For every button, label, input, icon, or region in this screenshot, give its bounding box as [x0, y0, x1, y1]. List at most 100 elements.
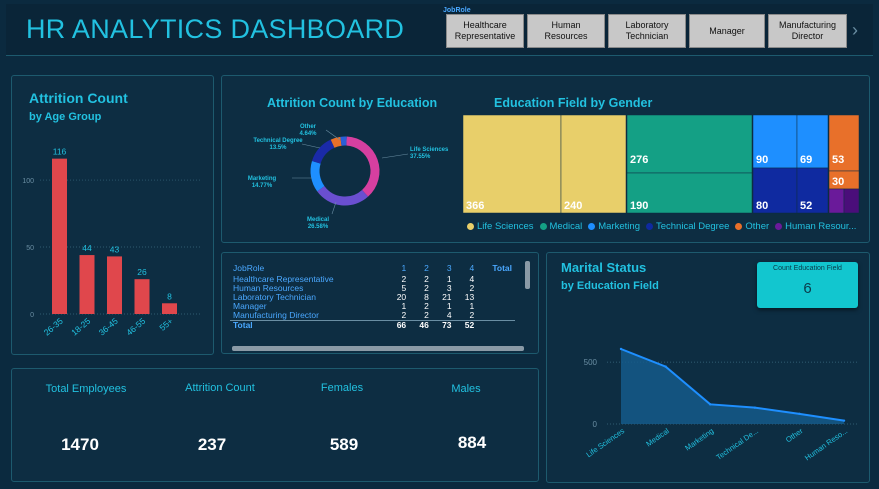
females-label: Females: [320, 382, 364, 394]
males-label: Males: [451, 383, 481, 395]
total-employees-value: 1470: [61, 435, 99, 454]
x-tick-label: 46-55: [124, 316, 147, 338]
slice-label: Marketing: [248, 176, 277, 182]
legend-label: Life Sciences: [477, 221, 534, 232]
total-c4: 52: [454, 320, 478, 330]
legend-item[interactable]: Life Sciences: [467, 221, 534, 232]
bar: [134, 279, 150, 314]
matrix-header-row: JobRole 1 2 3 4 Total: [230, 261, 515, 275]
jobrole-matrix-panel: JobRole 1 2 3 4 Total Healthcare Represe…: [221, 252, 539, 354]
data-label: 43: [110, 244, 120, 254]
treemap-value: 53: [832, 154, 844, 166]
legend-label: Medical: [549, 221, 583, 232]
legend-label: Other: [745, 221, 770, 232]
males-value: 884: [457, 433, 487, 452]
slice-pct: 13.5%: [269, 145, 287, 151]
treemap-legend: Life Sciences Medical Marketing Technical D…: [467, 217, 867, 235]
x-tick-label: 55+: [157, 316, 175, 333]
legend-label: Marketing: [598, 221, 640, 232]
treemap-value: 80: [756, 200, 768, 212]
x-tick-label: 26-35: [42, 316, 65, 338]
slice-pct: 4.64%: [299, 131, 317, 137]
data-label: 26: [137, 267, 147, 277]
leader-line: [381, 153, 409, 159]
legend-item[interactable]: Technical Degree: [645, 221, 730, 232]
slicer-item-laboratory-technician[interactable]: Laboratory Technician: [608, 14, 686, 48]
attrition-count-value: 237: [197, 435, 227, 454]
count-education-value: 6: [803, 280, 812, 297]
treemap-cell: [463, 115, 562, 214]
donut-slice: [310, 160, 325, 192]
treemap-value: 30: [832, 176, 844, 188]
legend-label: Human Resour...: [785, 221, 857, 232]
slicer-item-manager[interactable]: Manager: [689, 14, 765, 48]
age-bar-chart: 0 50 100 116 26-35 44 18-25 43 36-45 26 46-55 8 55+: [22, 147, 202, 338]
treemap-value: 190: [630, 200, 648, 212]
treemap-value: 69: [800, 154, 812, 166]
total-employees-label: Total Employees: [45, 383, 127, 395]
data-point: [664, 365, 667, 368]
slice-label: Technical Degree: [253, 138, 303, 144]
total-c2: 46: [409, 320, 432, 330]
slicer-item-manufacturing-director[interactable]: Manufacturing Director: [768, 14, 847, 48]
education-gender-treemap: 366 240 276 190 90 69 80 52 53 30: [463, 115, 860, 214]
slicer-item-human-resources[interactable]: Human Resources: [527, 14, 605, 48]
donut-slice: [330, 136, 342, 148]
leader-line: [301, 143, 321, 149]
y-tick-label: 0: [30, 312, 34, 319]
matrix-header-total[interactable]: Total: [477, 261, 515, 275]
row-role: Manufacturing Director: [233, 310, 319, 320]
matrix-header-3[interactable]: 3: [432, 261, 455, 275]
donut-slice: [317, 185, 369, 206]
legend-label: Technical Degree: [655, 221, 730, 232]
legend-dot: [645, 223, 653, 230]
legend-dot: [735, 223, 743, 230]
education-donut-chart: Life Sciences37.55% Medical26.58% Marketin…: [248, 124, 449, 230]
matrix-header-4[interactable]: 4: [455, 261, 478, 275]
matrix-horizontal-scrollbar[interactable]: [232, 346, 524, 351]
treemap-value: 52: [800, 200, 812, 212]
data-label: 44: [82, 243, 92, 253]
slice-label: Medical: [307, 217, 329, 223]
y-tick-label: 0: [593, 420, 598, 429]
y-tick-label: 50: [26, 245, 34, 252]
slicer-label: JobRole: [443, 7, 471, 14]
legend-item[interactable]: Medical: [539, 221, 583, 232]
education-donut-title: Attrition Count by Education: [267, 96, 438, 110]
table-total-row: Total 66 46 73 52: [230, 320, 515, 330]
legend-item[interactable]: Human Resour...: [775, 221, 856, 232]
education-gender-title: Education Field by Gender: [494, 96, 653, 110]
legend-item[interactable]: Marketing: [588, 221, 640, 232]
females-value: 589: [329, 435, 359, 454]
bar: [52, 158, 67, 314]
chevron-right-icon[interactable]: ›: [852, 20, 858, 41]
legend-dot: [539, 223, 547, 230]
matrix-vertical-scrollbar[interactable]: [525, 261, 530, 289]
legend-dot: [467, 223, 474, 230]
slicer-item-healthcare-representative[interactable]: Healthcare Representative: [446, 14, 524, 48]
data-point: [798, 412, 801, 416]
legend-item[interactable]: Other: [735, 221, 769, 232]
treemap-cell: [843, 188, 860, 214]
kpi-panel: Total Employees 1470 Attrition Count 237…: [11, 368, 539, 482]
bar: [79, 255, 95, 314]
attrition-age-panel: Attrition Count by Age Group 0 50 100 116 26…: [11, 75, 214, 355]
x-tick-label: Technical De...: [714, 426, 759, 462]
slice-label: Life Sciences: [410, 147, 449, 153]
data-point: [842, 419, 846, 422]
count-education-label: Count Education Field: [773, 265, 842, 272]
x-tick-label: Life Sciences: [584, 426, 626, 459]
treemap-cell: [828, 188, 845, 214]
matrix-header-2[interactable]: 2: [409, 261, 432, 275]
treemap-value: 366: [466, 200, 484, 212]
slice-pct: 26.58%: [308, 224, 329, 230]
matrix-header-jobrole[interactable]: JobRole: [230, 261, 386, 275]
total-c1: 66: [386, 320, 410, 330]
x-tick-label: Other: [784, 426, 805, 444]
matrix-header-1[interactable]: 1: [386, 261, 409, 275]
x-tick-label: Human Reso...: [803, 426, 849, 462]
data-label: 8: [167, 291, 172, 301]
treemap-value: 240: [564, 200, 582, 212]
data-point: [709, 403, 712, 406]
x-tick-label: 18-25: [69, 316, 92, 338]
